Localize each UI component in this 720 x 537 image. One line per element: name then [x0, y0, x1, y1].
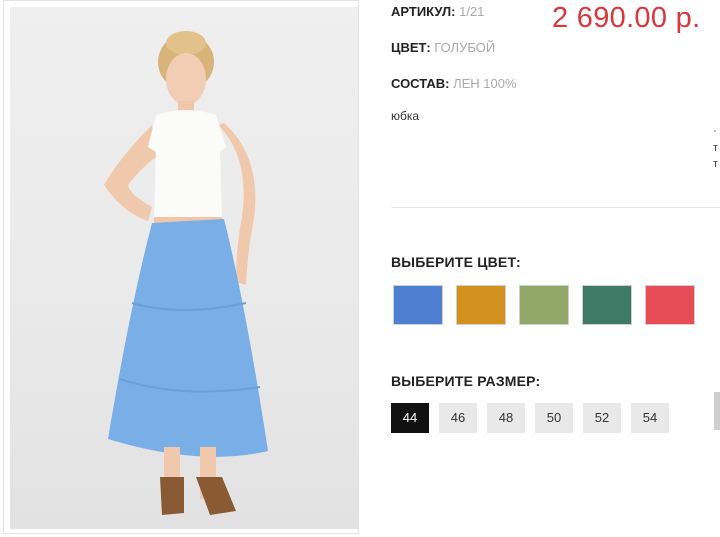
color-swatch-coral[interactable] [645, 285, 695, 325]
product-photo[interactable] [10, 7, 358, 529]
size-picker-title: ВЫБЕРИТЕ РАЗМЕР: [391, 373, 541, 389]
clipped-edge-text: т [713, 142, 719, 154]
color-label: ЦВЕТ: [391, 40, 431, 55]
size-option-48[interactable]: 48 [487, 403, 525, 433]
color-picker-title: ВЫБЕРИТЕ ЦВЕТ: [391, 254, 521, 270]
material-value: ЛЕН 100% [453, 76, 517, 91]
clipped-edge-text: · [713, 125, 717, 137]
size-option-50[interactable]: 50 [535, 403, 573, 433]
sku-label: АРТИКУЛ: [391, 4, 456, 19]
color-swatch-teal[interactable] [582, 285, 632, 325]
sku-value: 1/21 [459, 4, 485, 19]
product-photo-frame [3, 0, 359, 534]
clipped-edge-text: т [713, 158, 719, 170]
material-label: СОСТАВ: [391, 76, 450, 91]
color-swatch-blue[interactable] [393, 285, 443, 325]
size-option-54[interactable]: 54 [631, 403, 669, 433]
product-description: юбка [391, 109, 420, 123]
clipped-edge-thumbnail[interactable] [714, 392, 720, 430]
size-option-52[interactable]: 52 [583, 403, 621, 433]
product-price: 2 690.00 р. [552, 2, 701, 34]
color-swatch-sage[interactable] [519, 285, 569, 325]
sku-row: АРТИКУЛ: 1/21 [391, 4, 484, 19]
material-row: СОСТАВ: ЛЕН 100% [391, 76, 517, 91]
color-row: ЦВЕТ: ГОЛУБОЙ [391, 40, 495, 55]
color-value: ГОЛУБОЙ [434, 40, 496, 55]
model-illustration [104, 31, 268, 515]
size-option-46[interactable]: 46 [439, 403, 477, 433]
size-option-44[interactable]: 44 [391, 403, 429, 433]
section-divider [391, 207, 720, 208]
color-swatch-mustard[interactable] [456, 285, 506, 325]
